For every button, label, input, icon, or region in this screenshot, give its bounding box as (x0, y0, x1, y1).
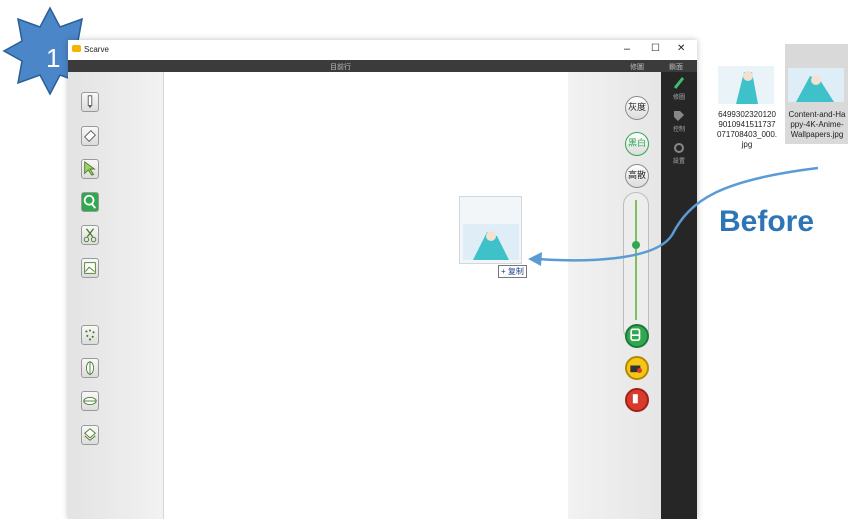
before-label: Before (719, 205, 815, 238)
annotation-arrow (528, 166, 819, 266)
